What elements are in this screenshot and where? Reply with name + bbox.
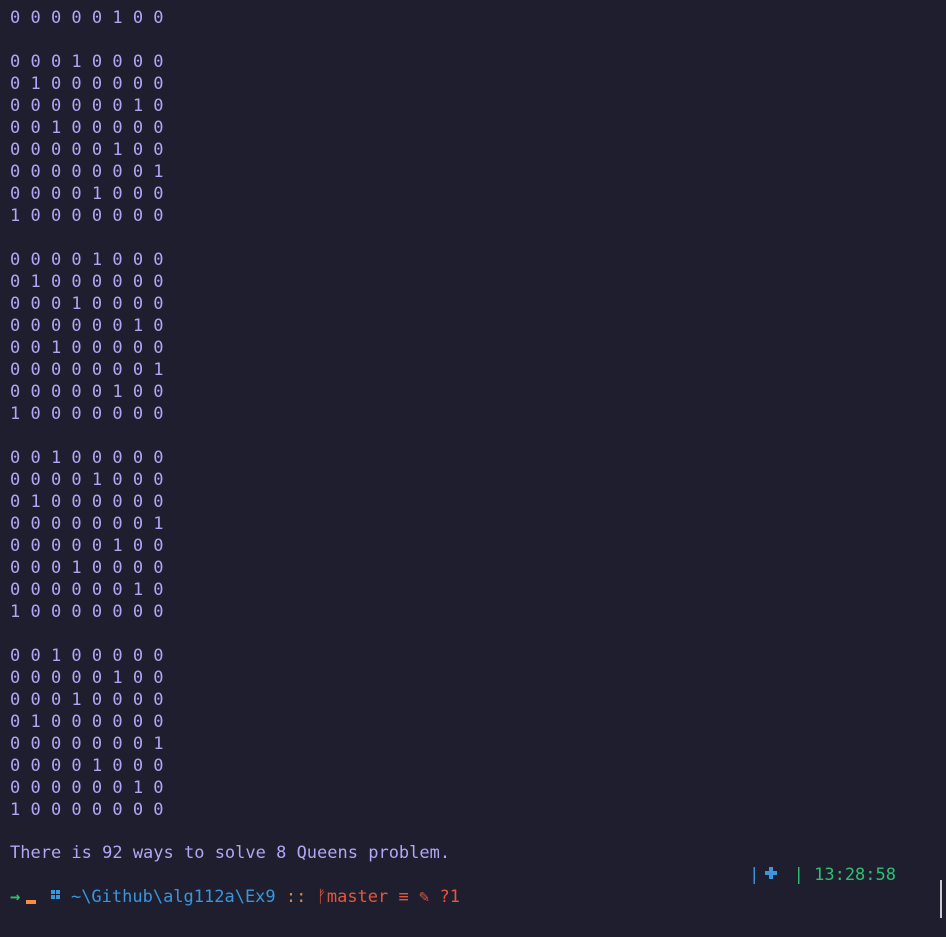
result-message: There is 92 ways to solve 8 Queens probl…: [10, 843, 451, 863]
segment-divider: |: [793, 865, 804, 885]
program-output: 0 0 0 0 0 1 0 00 0 0 1 0 0 0 00 1 0 0 0 …: [10, 7, 164, 821]
output-line: 0 0 0 0 0 0 0 1: [10, 514, 164, 534]
output-line: 0 0 0 0 0 1 0 0: [10, 382, 164, 402]
output-line: 0 0 0 0 1 0 0 0: [10, 470, 164, 490]
text-cursor: [26, 900, 37, 904]
output-line: 0 0 0 0 0 0 1 0: [10, 96, 164, 116]
input-line[interactable]: →: [10, 886, 37, 908]
prompt-time: 13:28:58: [814, 865, 896, 885]
output-line: 0 0 0 0 0 0 0 1: [10, 734, 164, 754]
output-line: 0 0 0 0 0 0 0 1: [10, 162, 164, 182]
output-line: 0 0 0 1 0 0 0 0: [10, 558, 164, 578]
output-line: 0 0 1 0 0 0 0 0: [10, 338, 164, 358]
windows-icon: [50, 890, 61, 900]
output-line: 0 0 0 1 0 0 0 0: [10, 52, 164, 72]
output-line: 0 0 0 0 1 0 0 0: [10, 250, 164, 270]
output-line: 0 1 0 0 0 0 0 0: [10, 712, 164, 732]
output-line: 0 0 0 0 0 0 1 0: [10, 316, 164, 336]
segment-divider: |: [749, 865, 760, 885]
prompt-path: ~\Github\alg112a\Ex9: [70, 887, 276, 907]
output-line: 0 0 1 0 0 0 0 0: [10, 118, 164, 138]
output-line: 0 0 0 0 0 1 0 0: [10, 536, 164, 556]
edit-icon: ✎: [419, 887, 430, 907]
plus-icon: [765, 867, 778, 879]
output-line: 0 1 0 0 0 0 0 0: [10, 74, 164, 94]
git-untracked-count: ?1: [439, 887, 460, 907]
output-line: 0 1 0 0 0 0 0 0: [10, 492, 164, 512]
output-line: 0 0 0 0 0 1 0 0: [10, 140, 164, 160]
output-line: 1 0 0 0 0 0 0 0: [10, 602, 164, 622]
prompt-right-segment: | | 13:28:58: [749, 864, 896, 886]
prompt-arrow-icon: →: [10, 887, 21, 907]
output-line: 0 0 0 0 0 1 0 0: [10, 668, 164, 688]
output-line: 0 0 1 0 0 0 0 0: [10, 646, 164, 666]
output-line: 0 0 0 0 0 1 0 0: [10, 8, 164, 28]
git-branch-icon: ᚠ: [316, 887, 327, 907]
terminal-window[interactable]: 0 0 0 0 0 1 0 00 0 0 1 0 0 0 00 1 0 0 0 …: [0, 0, 946, 937]
output-line: 0 0 0 1 0 0 0 0: [10, 294, 164, 314]
output-line: 0 0 0 0 0 0 0 1: [10, 360, 164, 380]
scrollbar[interactable]: [940, 880, 942, 918]
output-line: 0 0 0 0 1 0 0 0: [10, 756, 164, 776]
output-line: 0 1 0 0 0 0 0 0: [10, 272, 164, 292]
output-line: 1 0 0 0 0 0 0 0: [10, 404, 164, 424]
output-line: 0 0 0 0 1 0 0 0: [10, 184, 164, 204]
shell-prompt: ~\Github\alg112a\Ex9 :: ᚠmaster ≡ ✎ ?1 |…: [10, 864, 930, 907]
prompt-separator: ::: [285, 887, 307, 907]
git-branch-name: master: [326, 887, 389, 907]
output-line: 0 0 0 1 0 0 0 0: [10, 690, 164, 710]
output-line: 0 0 1 0 0 0 0 0: [10, 448, 164, 468]
git-status-equal: ≡: [398, 887, 409, 907]
output-line: 1 0 0 0 0 0 0 0: [10, 206, 164, 226]
output-line: 1 0 0 0 0 0 0 0: [10, 800, 164, 820]
output-line: 0 0 0 0 0 0 1 0: [10, 778, 164, 798]
output-line: 0 0 0 0 0 0 1 0: [10, 580, 164, 600]
